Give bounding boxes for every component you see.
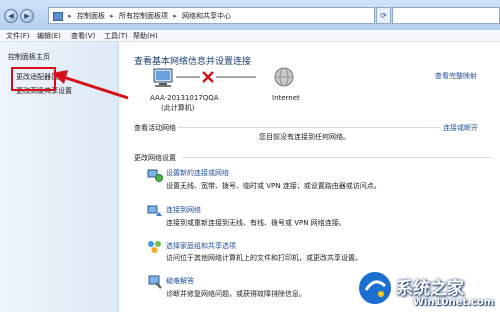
forward-button[interactable]: ▶: [20, 9, 34, 23]
change-settings-header: 更改网络设置: [134, 154, 176, 162]
homegroup-icon: [148, 241, 161, 253]
menu-file[interactable]: 文件(F): [6, 31, 30, 41]
connect-to-network-link[interactable]: 连接到网络: [166, 205, 201, 215]
watermark-logo: [357, 270, 393, 306]
breadcrumb-item[interactable]: 所有控制面板项: [119, 12, 168, 20]
control-panel-icon: [53, 11, 63, 21]
back-button[interactable]: ◀: [4, 9, 18, 23]
globe-icon: [274, 67, 294, 87]
connect-disconnect-link[interactable]: 连接或断开: [443, 123, 478, 133]
computer-name: AAA-20131017QQA: [150, 94, 219, 102]
full-map-link[interactable]: 查看完整映射: [435, 71, 477, 81]
connect-to-network-desc: 连接到或重新连接到无线、有线、拨号或 VPN 网络连接。: [166, 219, 346, 227]
refresh-button[interactable]: ⟳: [376, 7, 391, 24]
setup-connection-desc: 设置无线、宽带、拨号、临时或 VPN 连接；或设置路由器或访问点。: [166, 182, 381, 190]
menu-view[interactable]: 查看(V): [71, 31, 95, 41]
watermark-title: 系统之家: [396, 279, 464, 299]
sidebar-item-home[interactable]: 控制面板主页: [8, 52, 50, 62]
troubleshoot-icon: [148, 275, 162, 289]
computer-icon: [153, 68, 173, 87]
network-map: [153, 67, 294, 87]
not-connected-message: 您目前没有连接到任何网络。: [259, 133, 350, 141]
setup-connection-link[interactable]: 设置新的连接或网络: [166, 168, 229, 178]
address-field[interactable]: ▸ 控制面板 ▸ 所有控制面板项 ▸ 网络和共享中心: [48, 7, 375, 24]
troubleshoot-link[interactable]: 疑难解答: [166, 276, 194, 286]
watermark-url: Win10net.com: [413, 297, 495, 308]
connect-network-icon: [147, 205, 162, 216]
breadcrumb: ▸ 控制面板 ▸ 所有控制面板项 ▸ 网络和共享中心: [53, 11, 234, 21]
internet-label: Internet: [272, 94, 300, 102]
menu-edit[interactable]: 编辑(E): [37, 31, 61, 41]
troubleshoot-desc: 诊断并修复网络问题，或获得故障排除信息。: [166, 290, 306, 298]
active-networks-header: 查看活动网络: [134, 124, 176, 132]
new-connection-icon: [147, 169, 163, 182]
breadcrumb-item[interactable]: 控制面板: [77, 12, 105, 20]
divider: [178, 127, 440, 128]
divider: [182, 157, 492, 158]
search-input[interactable]: [392, 7, 500, 24]
computer-subtitle: (此计算机): [161, 104, 195, 112]
disconnected-x-icon: [202, 71, 214, 83]
homegroup-desc: 访问位于其他网络计算机上的文件和打印机，或更改共享设置。: [166, 254, 362, 262]
red-arrow-annotation: [52, 70, 129, 100]
breadcrumb-item[interactable]: 网络和共享中心: [182, 12, 231, 20]
menu-tools[interactable]: 工具(T): [104, 31, 128, 41]
menu-help[interactable]: 帮助(H): [133, 31, 158, 41]
homegroup-link[interactable]: 选择家庭组和共享选项: [166, 241, 236, 251]
